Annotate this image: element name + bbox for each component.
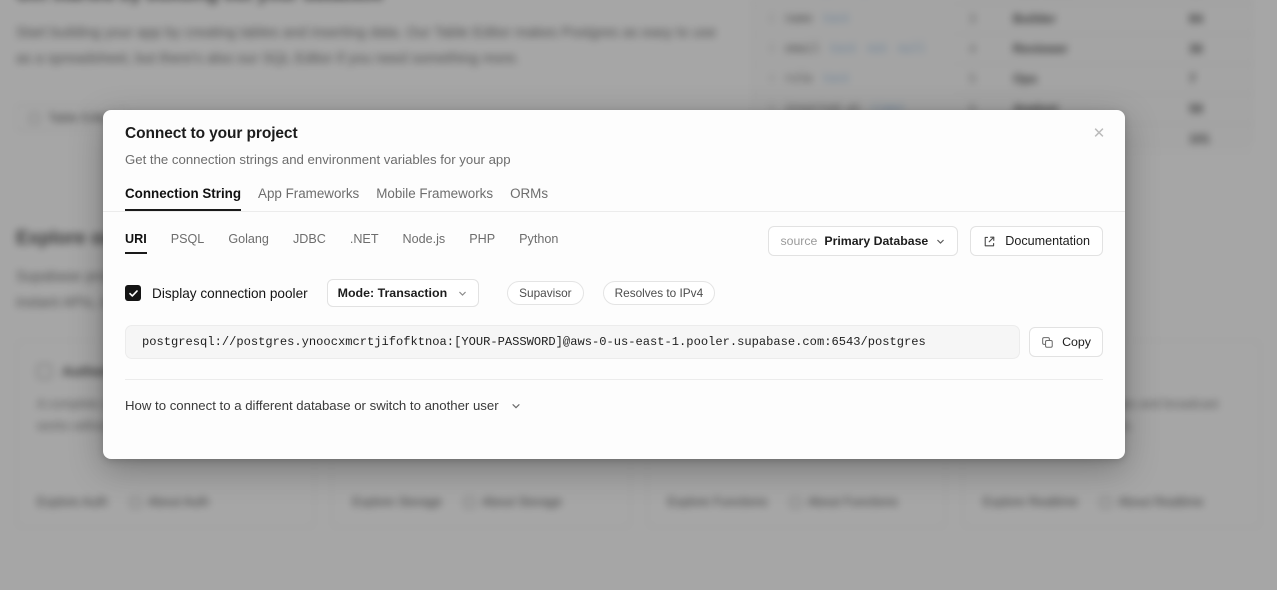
tab-mobile-frameworks[interactable]: Mobile Frameworks [376, 186, 493, 211]
sub-tab-row: URI PSQL Golang JDBC .NET Node.js PHP Py… [103, 212, 1125, 259]
check-icon [128, 289, 138, 297]
modal-header: Connect to your project Get the connecti… [103, 110, 1125, 167]
main-tab-list: Connection String App Frameworks Mobile … [103, 186, 1125, 212]
pooler-mode-label: Mode: Transaction [337, 286, 448, 300]
header-actions: source Primary Database Documentation [768, 226, 1103, 256]
subtab-psql[interactable]: PSQL [171, 232, 205, 254]
connect-modal: Connect to your project Get the connecti… [103, 110, 1125, 459]
source-selector-label: source [780, 234, 818, 248]
subtab-dotnet[interactable]: .NET [350, 232, 379, 254]
tab-orms[interactable]: ORMs [510, 186, 548, 211]
subtab-nodejs[interactable]: Node.js [403, 232, 446, 254]
external-link-icon [984, 236, 995, 246]
connection-string-input[interactable]: postgresql://postgres.ynoocxmcrtjifofktn… [125, 325, 1021, 359]
copy-button[interactable]: Copy [1029, 327, 1103, 357]
subtab-uri[interactable]: URI [125, 232, 147, 254]
modal-subtitle: Get the connection strings and environme… [125, 152, 511, 167]
copy-button-label: Copy [1062, 335, 1091, 349]
subtab-python[interactable]: Python [519, 232, 558, 254]
how-to-connect-toggle[interactable]: How to connect to a different database o… [103, 380, 1125, 413]
pooler-label: Display connection pooler [152, 285, 308, 301]
documentation-button[interactable]: Documentation [970, 226, 1103, 256]
source-selector[interactable]: source Primary Database [768, 226, 959, 256]
badge-resolves-ipv4: Resolves to IPv4 [602, 281, 716, 305]
subtab-php[interactable]: PHP [469, 232, 495, 254]
tab-app-frameworks[interactable]: App Frameworks [258, 186, 359, 211]
pooler-mode-selector[interactable]: Mode: Transaction [326, 279, 480, 307]
tab-connection-string[interactable]: Connection String [125, 186, 242, 211]
subtab-jdbc[interactable]: JDBC [293, 232, 326, 254]
display-connection-pooler-checkbox[interactable] [125, 285, 141, 301]
connection-string-row: postgresql://postgres.ynoocxmcrtjifofktn… [103, 307, 1125, 359]
chevron-down-icon [512, 403, 520, 409]
chevron-down-icon [937, 239, 945, 244]
close-icon[interactable]: ✕ [1088, 122, 1110, 144]
badge-supavisor: Supavisor [507, 281, 584, 305]
source-selector-value: Primary Database [824, 234, 929, 248]
modal-title: Connect to your project [125, 125, 298, 142]
chevron-down-icon [459, 291, 466, 296]
how-to-connect-label: How to connect to a different database o… [125, 398, 499, 413]
subtab-golang[interactable]: Golang [228, 232, 269, 254]
documentation-button-label: Documentation [1005, 234, 1090, 248]
pooler-row: Display connection pooler Mode: Transact… [103, 259, 1125, 307]
sub-tab-list: URI PSQL Golang JDBC .NET Node.js PHP Py… [125, 232, 582, 254]
copy-icon [1042, 336, 1053, 348]
